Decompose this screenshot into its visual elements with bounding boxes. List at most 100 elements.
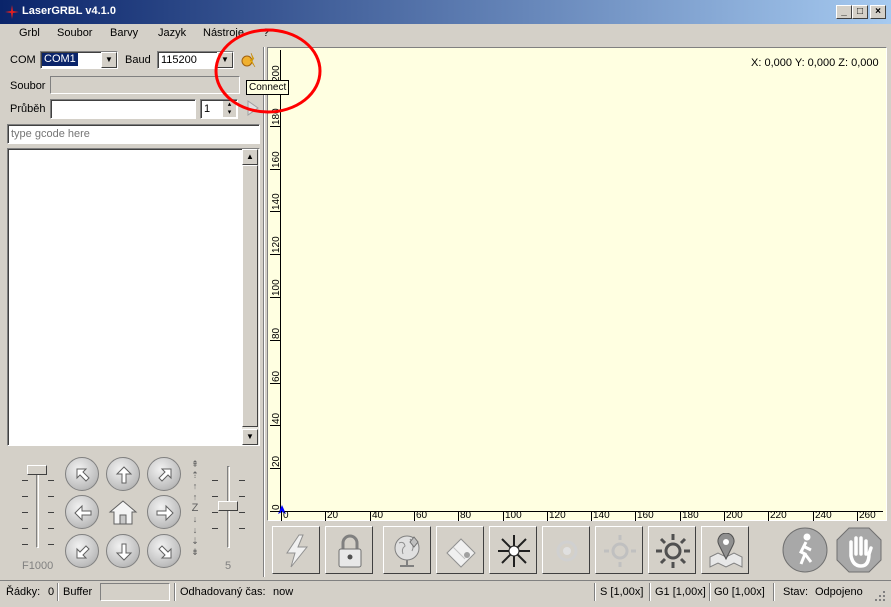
preview-canvas[interactable]: [267, 47, 887, 521]
minimize-button[interactable]: _: [836, 5, 852, 19]
y-tick-label: 160: [271, 151, 282, 168]
file-label: Soubor: [10, 80, 46, 92]
z-down-small-icon[interactable]: ↓: [188, 514, 202, 525]
x-tick-label: 20: [327, 510, 339, 521]
g1-override[interactable]: G1 [1,00x]: [655, 586, 706, 598]
scroll-thumb[interactable]: [242, 165, 258, 427]
scroll-down-button[interactable]: ▼: [242, 429, 258, 445]
jog-sw-button[interactable]: [65, 534, 99, 568]
frame-button[interactable]: [701, 526, 749, 574]
jog-w-button[interactable]: [65, 495, 99, 529]
jog-nw-button[interactable]: [65, 457, 99, 491]
x-tick-label: 140: [593, 510, 610, 521]
menu-colors[interactable]: Barvy: [110, 27, 138, 39]
connect-tooltip: Connect: [246, 80, 290, 95]
feed-slider-thumb[interactable]: [27, 465, 47, 475]
jog-n-button[interactable]: [106, 457, 140, 491]
x-tick-mark: [635, 511, 636, 521]
x-tick-mark: [813, 511, 814, 521]
reset-grbl-button[interactable]: [272, 526, 320, 574]
jog-ne-button[interactable]: [147, 457, 181, 491]
x-tick-label: 220: [770, 510, 787, 521]
sun-low-icon: [604, 535, 636, 567]
y-tick-label: 0: [271, 504, 282, 510]
eta-label: Odhadovaný čas:: [180, 586, 266, 598]
z-label: Z: [191, 502, 199, 514]
y-tick-mark: [270, 254, 280, 255]
close-button[interactable]: ×: [870, 5, 886, 19]
z-down-step-icon[interactable]: ↓: [188, 525, 202, 536]
x-tick-label: 200: [726, 510, 743, 521]
state-label: Stav:: [783, 586, 809, 598]
y-tick-label: 100: [271, 279, 282, 296]
s-override[interactable]: S [1,00x]: [600, 586, 643, 598]
progress-bar: [50, 99, 196, 119]
x-tick-label: 0: [283, 510, 289, 521]
reset-button[interactable]: [781, 526, 829, 574]
laser-high-button[interactable]: [648, 526, 696, 574]
abort-button[interactable]: [835, 526, 883, 574]
x-tick-label: 40: [372, 510, 384, 521]
x-tick-label: 80: [460, 510, 472, 521]
x-tick-mark: [724, 511, 725, 521]
step-slider[interactable]: [212, 466, 246, 550]
y-tick-mark: [270, 126, 280, 127]
state-value: Odpojeno: [815, 586, 863, 598]
lightning-icon: [286, 534, 309, 568]
laser-off-button[interactable]: [542, 526, 590, 574]
homing-button[interactable]: [383, 526, 431, 574]
y-tick-mark: [270, 425, 280, 426]
z-down-icon[interactable]: ⇣: [188, 536, 202, 547]
title-bar[interactable]: [0, 0, 891, 24]
z-up-icon[interactable]: ⇡: [188, 470, 202, 481]
maximize-button[interactable]: □: [852, 5, 868, 19]
x-tick-label: 120: [549, 510, 566, 521]
arrow-up-left-icon: [76, 468, 90, 482]
lines-value: 0: [48, 586, 55, 598]
step-slider-thumb[interactable]: [218, 501, 238, 511]
status-separator: [174, 583, 176, 601]
map-pin-icon: [709, 533, 743, 568]
log-list[interactable]: ▲ ▼: [7, 148, 260, 446]
y-tick-mark: [270, 468, 280, 469]
baud-label: Baud: [125, 54, 151, 66]
menu-language[interactable]: Jazyk: [158, 27, 186, 39]
x-tick-mark: [325, 511, 326, 521]
resize-grip-icon[interactable]: [874, 590, 886, 602]
laser-focus-button[interactable]: [489, 526, 537, 574]
com-select[interactable]: COM1 ▼: [40, 51, 118, 69]
scroll-up-button[interactable]: ▲: [242, 149, 258, 165]
arrow-up-icon: [115, 466, 133, 484]
splitter[interactable]: [263, 47, 265, 577]
arrow-right-icon: [156, 504, 174, 522]
z-down-fast-icon[interactable]: ⇟: [188, 547, 202, 558]
baud-value: 115200: [161, 54, 197, 66]
lines-label: Řádky:: [6, 586, 41, 598]
x-tick-label: 160: [637, 510, 654, 521]
chevron-down-icon[interactable]: ▼: [101, 52, 117, 68]
home-button[interactable]: [106, 495, 140, 529]
x-tick-mark: [414, 511, 415, 521]
z-up-step-icon[interactable]: ↑: [188, 481, 202, 492]
jog-s-button[interactable]: [106, 534, 140, 568]
feed-slider[interactable]: [22, 465, 54, 550]
status-separator: [709, 583, 711, 601]
com-label: COM: [10, 54, 36, 66]
unlock-button[interactable]: [325, 526, 373, 574]
g0-override[interactable]: G0 [1,00x]: [714, 586, 765, 598]
menu-file[interactable]: Soubor: [57, 27, 92, 39]
arrow-down-right-icon: [158, 545, 172, 559]
y-tick-mark: [270, 297, 280, 298]
menu-grbl[interactable]: Grbl: [19, 27, 40, 39]
walking-man-icon: [782, 527, 828, 573]
gcode-input[interactable]: [7, 124, 260, 144]
center-button[interactable]: [436, 526, 484, 574]
status-separator: [773, 583, 775, 601]
repeat-count: 1: [204, 103, 211, 115]
laser-low-button[interactable]: [595, 526, 643, 574]
log-scrollbar[interactable]: ▲ ▼: [242, 149, 259, 445]
jog-e-button[interactable]: [147, 495, 181, 529]
z-up-fast-icon[interactable]: ⇞: [188, 459, 202, 470]
z-jog-column[interactable]: ⇞ ⇡ ↑ ↑ Z ↓ ↓ ⇣ ⇟: [188, 459, 202, 565]
jog-se-button[interactable]: [147, 534, 181, 568]
